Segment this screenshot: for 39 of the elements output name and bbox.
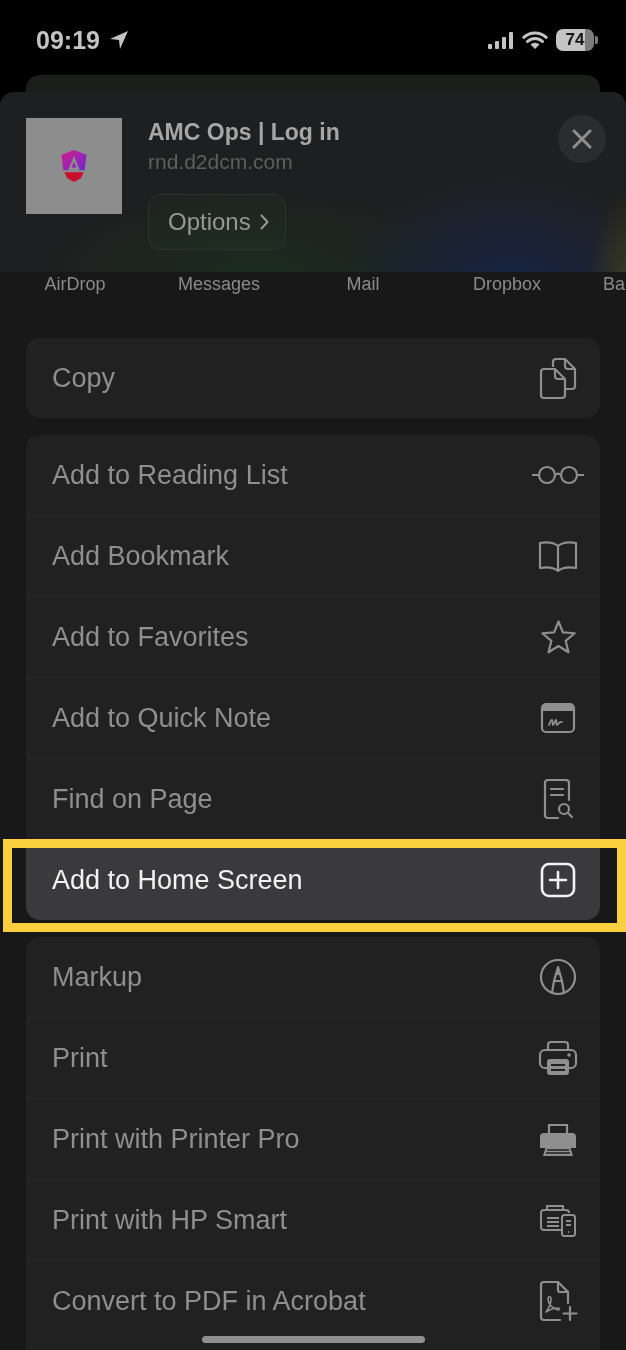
options-button[interactable]: Options bbox=[148, 194, 286, 250]
open-book-icon bbox=[538, 539, 578, 573]
menu-item[interactable]: Print with HP Smart bbox=[26, 1179, 600, 1260]
chevron-right-icon bbox=[259, 214, 269, 230]
menu-item[interactable]: Markup bbox=[26, 937, 600, 1017]
menu-item[interactable]: Print bbox=[26, 1017, 600, 1098]
printer-phone-icon bbox=[539, 1202, 577, 1238]
plus-square-icon bbox=[540, 862, 576, 898]
close-icon bbox=[572, 129, 592, 149]
glasses-icon bbox=[531, 465, 585, 485]
shield-logo-icon bbox=[59, 149, 89, 183]
menu-item[interactable]: Print with Printer Pro bbox=[26, 1098, 600, 1179]
close-button[interactable] bbox=[558, 115, 606, 163]
copy-icon bbox=[539, 356, 577, 400]
wifi-icon bbox=[522, 30, 548, 50]
share-target-label[interactable]: Mail bbox=[346, 274, 380, 294]
page-title: AMC Ops | Log in bbox=[148, 118, 340, 146]
share-target-label[interactable]: AirDrop bbox=[44, 274, 106, 294]
scribble-note-icon bbox=[540, 702, 576, 734]
menu-item[interactable]: Add to Reading List bbox=[26, 435, 600, 515]
star-icon bbox=[539, 620, 577, 654]
share-target-label[interactable]: Messages bbox=[177, 274, 260, 294]
menu-item[interactable]: Add to Favorites bbox=[26, 596, 600, 677]
pen-circle-icon bbox=[539, 958, 577, 996]
page-url: rnd.d2dcm.com bbox=[148, 149, 293, 175]
document-plus-icon bbox=[538, 1280, 578, 1322]
status-time: 09:19 bbox=[36, 27, 100, 53]
share-target-label[interactable]: Ba bbox=[603, 274, 626, 294]
share-target-label[interactable]: Dropbox bbox=[472, 274, 541, 294]
location-arrow-icon bbox=[108, 30, 129, 50]
menu-item[interactable]: Copy bbox=[26, 338, 600, 418]
menu-item[interactable]: Add to Quick Note bbox=[26, 677, 600, 758]
printer-icon bbox=[538, 1121, 578, 1157]
battery-indicator: 74 bbox=[556, 29, 598, 51]
document-search-icon bbox=[542, 778, 574, 820]
printer-icon bbox=[538, 1039, 578, 1077]
menu-item[interactable]: Find on Page bbox=[26, 758, 600, 839]
signal-icon bbox=[488, 31, 514, 49]
menu-item[interactable]: Add Bookmark bbox=[26, 515, 600, 596]
